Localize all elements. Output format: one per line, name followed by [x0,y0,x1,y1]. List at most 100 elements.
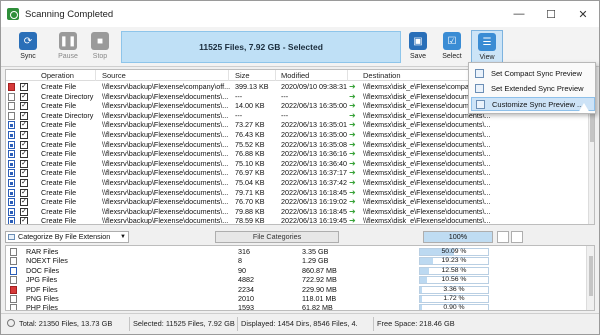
select-button[interactable]: ☑ Select [437,30,467,64]
row-source: \\flexsrv\backup\Flexense\documents\... [102,130,229,139]
category-percentage: 19.23 % [441,257,467,265]
column-header-size[interactable]: Size [232,70,276,81]
status-total: Total: 21350 Files, 13.73 GB [19,319,113,328]
table-row[interactable]: ✓ Create File \\flexsrv\backup\Flexense\do… [6,149,590,159]
menu-item-extended-preview[interactable]: Set Extended Sync Preview [471,81,595,95]
sync-button[interactable]: ⟳ Sync [13,30,43,64]
category-row[interactable]: NOEXT Files 8 1.29 GB 19.23 % [6,256,590,266]
menu-item-compact-preview[interactable]: Set Compact Sync Preview [471,66,595,80]
category-percentage: 12.58 % [441,266,467,274]
category-row[interactable]: JPG Files 4882 722.92 MB 10.56 % [6,275,590,285]
row-modified: 2022/06/13 16:19:02 [281,197,347,207]
window-controls: — ☐ ✕ [503,1,599,27]
copy-arrow-icon: ➜ [349,206,356,216]
row-size: 76.88 KB [235,149,265,159]
title-bar: Scanning Completed — ☐ ✕ [1,1,599,27]
table-row[interactable]: ✓ Create File \\flexsrv\backup\Flexense\do… [6,159,590,169]
row-checkbox[interactable]: ✓ [20,217,28,224]
minimize-button[interactable]: — [503,1,535,27]
row-modified: --- [281,110,289,120]
row-destination: \\flexmsx\disk_e\Flexense\documents\... [363,206,491,216]
row-operation: Create File [41,101,77,111]
category-scrollbar[interactable] [586,246,594,310]
maximize-button[interactable]: ☐ [535,1,567,27]
customize-icon [476,99,485,109]
table-row[interactable]: ✓ Create File \\flexsrv\backup\Flexense\do… [6,178,590,188]
copy-arrow-icon: ➜ [349,101,356,111]
category-row[interactable]: PHP Files 1593 61.82 MB 0.90 % [6,303,590,310]
row-checkbox[interactable]: ✓ [20,150,28,159]
row-checkbox[interactable]: ✓ [20,83,28,91]
row-modified: 2022/06/13 16:18:45 [281,206,347,216]
pause-label: Pause [58,53,78,60]
category-row[interactable]: PNG Files 2010 118.01 MB 1.72 % [6,294,590,303]
chart-toggle-button[interactable] [497,231,509,243]
menu-item-customize-preview[interactable]: Customize Sync Preview ... [471,97,595,111]
app-icon [7,8,19,20]
row-checkbox[interactable]: ✓ [20,179,28,187]
pause-button[interactable]: ❚❚ Pause [53,30,83,64]
row-source: \\flexsrv\backup\Flexense\company\off... [102,82,230,91]
view-button[interactable]: ☰ View [471,30,503,64]
row-checkbox[interactable]: ✓ [20,111,28,120]
copy-arrow-icon: ➜ [349,178,356,187]
copy-arrow-icon: ➜ [349,82,356,91]
file-icon [8,83,15,91]
file-categories-button[interactable]: File Categories [215,231,339,243]
category-size: 118.01 MB [302,294,337,303]
table-row[interactable]: ✓ Create File \\flexsrv\backup\Flexense\do… [6,140,590,150]
row-size: 76.43 KB [235,130,265,139]
category-percentage-bar: 10.56 % [419,276,489,285]
row-operation: Create File [41,197,77,207]
main-window: Scanning Completed — ☐ ✕ ⟳ Sync ❚❚ Pause… [0,0,600,335]
category-row[interactable]: RAR Files 316 3.35 GB 50.09 % [6,247,590,256]
row-size: 78.59 KB [235,216,265,225]
category-size: 860.87 MB [302,265,337,275]
save-label: Save [410,53,426,60]
copy-arrow-icon: ➜ [349,110,356,120]
row-checkbox[interactable]: ✓ [20,102,28,111]
category-count: 2010 [238,294,254,303]
categorize-select[interactable]: Categorize By File Extension ▼ [5,231,129,243]
row-operation: Create File [41,178,77,187]
row-checkbox[interactable]: ✓ [20,159,28,168]
close-button[interactable]: ✕ [567,1,599,27]
row-checkbox[interactable]: ✓ [20,198,28,207]
extended-view-icon [475,83,484,93]
sync-label: Sync [20,53,36,60]
row-checkbox[interactable]: ✓ [20,207,28,216]
table-row[interactable]: ✓ Create File \\flexsrv\backup\Flexense\do… [6,130,590,140]
column-header-source[interactable]: Source [99,70,229,81]
row-checkbox[interactable]: ✓ [20,121,28,130]
row-checkbox[interactable]: ✓ [20,140,28,149]
row-checkbox[interactable]: ✓ [20,169,28,178]
mouse-cursor-icon [578,103,590,113]
menu-item-label: Customize Sync Preview ... [492,99,584,109]
table-row[interactable]: ✓ Create File \\flexsrv\backup\Flexense\do… [6,120,590,130]
categorize-select-value: Categorize By File Extension [18,232,111,241]
column-header-modified[interactable]: Modified [278,70,348,81]
scrollbar-thumb[interactable] [589,256,593,296]
file-type-icon [10,257,17,266]
row-checkbox[interactable]: ✓ [20,131,28,139]
table-row[interactable]: ✓ Create File \\flexsrv\backup\Flexense\do… [6,168,590,178]
table-row[interactable]: ✓ Create File \\flexsrv\backup\Flexense\do… [6,216,590,225]
stop-button[interactable]: ■ Stop [85,30,115,64]
table-row[interactable]: ✓ Create File \\flexsrv\backup\Flexense\do… [6,188,590,198]
menu-item-label: Set Extended Sync Preview [491,83,584,93]
column-header-operation[interactable]: Operation [38,70,96,81]
file-icon [8,102,15,111]
select-icon: ☑ [443,32,461,50]
list-toggle-button[interactable] [511,231,523,243]
row-checkbox[interactable]: ✓ [20,188,28,197]
category-percentage-bar: 50.09 % [419,248,489,256]
table-row[interactable]: ✓ Create File \\flexsrv\backup\Flexense\do… [6,197,590,207]
save-button[interactable]: ▣ Save [403,30,433,64]
table-row[interactable]: ✓ Create File \\flexsrv\backup\Flexense\do… [6,207,590,217]
category-row[interactable]: PDF Files 2234 229.90 MB 3.36 % [6,285,590,294]
row-checkbox[interactable]: ✓ [20,92,28,101]
category-percentage-bar: 0.90 % [419,304,489,310]
row-destination: \\flexmsx\disk_e\Flexense\documents\... [363,158,491,168]
category-row[interactable]: DOC Files 90 860.87 MB 12.58 % [6,266,590,275]
row-destination: \\flexmsx\disk_e\Flexense\documents\... [363,130,491,139]
